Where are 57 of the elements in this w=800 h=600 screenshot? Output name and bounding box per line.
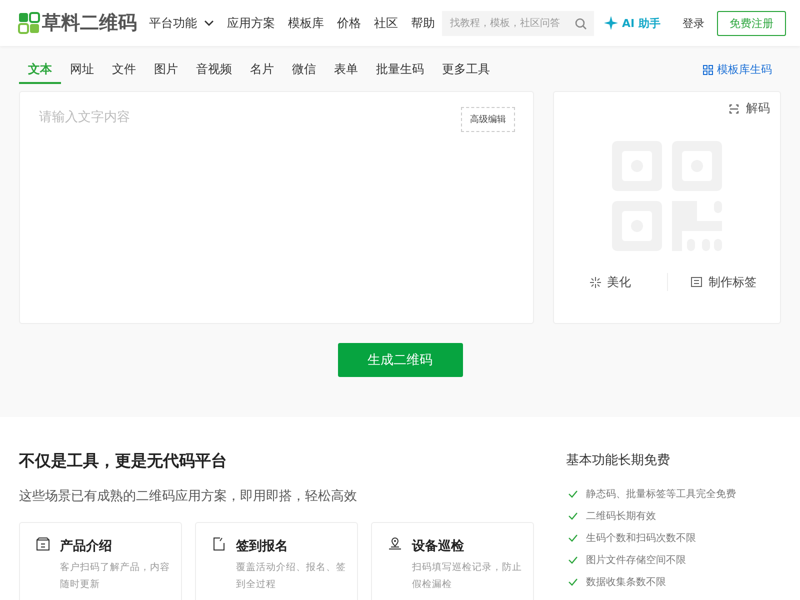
solution-card[interactable]: 设备巡检 扫码填写巡检记录，防止假检漏检 bbox=[371, 522, 534, 600]
scan-icon bbox=[729, 104, 739, 114]
free-title: 基本功能长期免费 bbox=[566, 452, 671, 469]
solution-card[interactable]: 签到报名 覆盖活动介绍、报名、签到全过程 bbox=[195, 522, 358, 600]
nav-link[interactable]: 应用方案 bbox=[227, 14, 275, 32]
card-title: 签到报名 bbox=[236, 538, 289, 555]
card-title: 设备巡检 bbox=[412, 538, 465, 555]
search-icon bbox=[575, 18, 587, 30]
advanced-edit-button[interactable]: 高级编辑 bbox=[461, 107, 515, 132]
note-icon bbox=[212, 537, 226, 551]
solution-card[interactable]: 产品介绍 客户扫码了解产品，内容随时更新 bbox=[19, 522, 182, 600]
template-link[interactable]: 模板库生码 bbox=[703, 62, 772, 77]
card-description: 扫码填写巡检记录，防止假检漏检 bbox=[412, 561, 523, 592]
tab[interactable]: 微信 bbox=[283, 55, 325, 84]
login-link[interactable]: 登录 bbox=[682, 16, 704, 30]
tab[interactable]: 文件 bbox=[103, 55, 145, 84]
nav-link[interactable]: 社区 bbox=[374, 14, 398, 32]
section-title: 不仅是工具，更是无代码平台 bbox=[19, 451, 228, 472]
check-icon bbox=[568, 534, 578, 542]
tab[interactable]: 批量生码 bbox=[367, 55, 433, 84]
sparkle-icon bbox=[590, 276, 601, 288]
nav-link[interactable]: 价格 bbox=[337, 14, 361, 32]
check-icon bbox=[568, 490, 578, 498]
card-description: 覆盖活动介绍、报名、签到全过程 bbox=[236, 561, 347, 592]
nav-link[interactable]: 帮助 bbox=[411, 14, 435, 32]
box-icon bbox=[36, 537, 50, 551]
check-icon bbox=[568, 512, 578, 520]
tab[interactable]: 图片 bbox=[145, 55, 187, 84]
card-title: 产品介绍 bbox=[60, 538, 113, 555]
label-icon bbox=[691, 277, 702, 287]
preview-action-link[interactable]: 制作标签 bbox=[668, 274, 780, 290]
feature-text: 二维码长期有效 bbox=[586, 510, 656, 523]
preview-action-link[interactable]: 美化 bbox=[554, 274, 666, 290]
check-icon bbox=[568, 578, 578, 586]
sparkle-icon bbox=[604, 16, 618, 30]
feature-text: 生码个数和扫码次数不限 bbox=[586, 532, 696, 545]
tab[interactable]: 网址 bbox=[61, 55, 103, 84]
text-input-field[interactable]: 请输入文字内容 高级编辑 bbox=[19, 91, 534, 324]
feature-text: 图片文件存储空间不限 bbox=[586, 554, 686, 567]
nav-link[interactable]: 模板库 bbox=[288, 14, 324, 32]
tab[interactable]: 更多工具 bbox=[433, 55, 499, 84]
feature-text: 静态码、批量标签等工具完全免费 bbox=[586, 488, 736, 501]
grid-icon bbox=[703, 64, 713, 74]
logo-icon bbox=[18, 12, 40, 34]
search-field[interactable]: 找教程，模板，社区问答 bbox=[442, 10, 594, 36]
location-pin-icon bbox=[388, 537, 402, 551]
tab[interactable]: 音视频 bbox=[187, 55, 241, 84]
feature-text: 数据收集条数不限 bbox=[586, 576, 666, 589]
nav-link[interactable]: 平台功能 bbox=[149, 14, 214, 32]
chevron-down-icon bbox=[204, 20, 214, 26]
card-description: 客户扫码了解产品，内容随时更新 bbox=[60, 561, 171, 592]
section-subtitle: 这些场景已有成熟的二维码应用方案，即用即搭，轻松高效 bbox=[19, 488, 358, 505]
tab[interactable]: 表单 bbox=[325, 55, 367, 84]
tab[interactable]: 名片 bbox=[241, 55, 283, 84]
decode-link[interactable]: 解码 bbox=[729, 100, 770, 117]
logo-text[interactable]: 草料二维码 bbox=[42, 10, 137, 36]
check-icon bbox=[568, 556, 578, 564]
